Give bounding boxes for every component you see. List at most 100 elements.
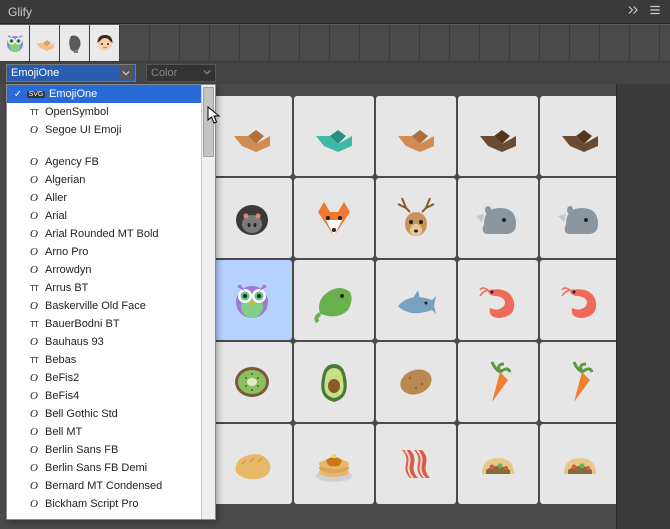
favorite-slot-empty[interactable] <box>570 25 600 61</box>
favorite-slot[interactable] <box>30 25 60 61</box>
glyph-cell-gorilla-face[interactable] <box>212 178 292 258</box>
glyph-cell-shark[interactable] <box>376 260 456 340</box>
collapse-panel-icon[interactable] <box>626 3 640 20</box>
app-header: Glify <box>0 0 670 24</box>
font-option[interactable]: O Aller <box>7 189 201 207</box>
font-option[interactable]: O Algerian <box>7 171 201 189</box>
font-option-label: Arno Pro <box>45 246 88 258</box>
glyph-cell-handshake-teal[interactable] <box>294 96 374 176</box>
font-option[interactable]: O Bell MT <box>7 423 201 441</box>
favorite-slot-empty[interactable] <box>600 25 630 61</box>
glyph-cell-handshake-dark[interactable] <box>540 96 620 176</box>
side-panel-collapsed[interactable] <box>616 84 670 529</box>
favorite-slot-empty[interactable] <box>480 25 510 61</box>
font-option[interactable]: O Segoe UI Emoji <box>7 121 201 139</box>
font-option[interactable]: O Berlin Sans FB <box>7 441 201 459</box>
font-option-label: Arrus BT <box>45 282 88 294</box>
glyph-cell-handshake-dark[interactable] <box>458 96 538 176</box>
glyph-cell-bacon[interactable] <box>376 424 456 504</box>
app-title: Glify <box>8 5 32 19</box>
favorite-slot-empty[interactable] <box>210 25 240 61</box>
font-option[interactable]: O Arial Rounded MT Bold <box>7 225 201 243</box>
font-family-select[interactable]: EmojiOne <box>6 64 136 82</box>
favorite-slot-empty[interactable] <box>180 25 210 61</box>
favorite-slot-empty[interactable] <box>150 25 180 61</box>
glyph-cell-potato[interactable] <box>376 342 456 422</box>
favorite-slot-empty[interactable] <box>240 25 270 61</box>
glyph-cell-handshake-med[interactable] <box>376 96 456 176</box>
font-type-icon: O <box>27 174 41 186</box>
favorite-slot-empty[interactable] <box>510 25 540 61</box>
favorite-slot-empty[interactable] <box>390 25 420 61</box>
glyph-cell-rhino[interactable] <box>458 178 538 258</box>
font-option[interactable]: ✓ SVG EmojiOne <box>7 85 201 103</box>
font-option-label: Bell MT <box>45 426 82 438</box>
scrollbar-thumb[interactable] <box>203 87 214 157</box>
glyph-cell-deer[interactable] <box>376 178 456 258</box>
font-type-icon: TT <box>27 320 41 329</box>
glyph-cell-lizard[interactable] <box>294 260 374 340</box>
font-option[interactable]: O Bell Gothic Std <box>7 405 201 423</box>
font-type-icon: O <box>27 372 41 384</box>
font-option[interactable]: O Arial <box>7 207 201 225</box>
font-option[interactable]: O Baskerville Old Face <box>7 297 201 315</box>
font-option-label: EmojiOne <box>49 88 97 100</box>
font-type-icon: O <box>27 480 41 492</box>
dropdown-scrollbar[interactable] <box>201 85 215 519</box>
font-type-icon: O <box>27 426 41 438</box>
color-filter-select[interactable]: Color <box>146 64 216 82</box>
favorite-slot[interactable] <box>0 25 30 61</box>
favorite-slot-empty[interactable] <box>270 25 300 61</box>
font-option[interactable]: TT Arrus BT <box>7 279 201 297</box>
font-option[interactable]: O BeFis4 <box>7 387 201 405</box>
font-type-icon: O <box>27 336 41 348</box>
font-option[interactable]: TT Bebas <box>7 351 201 369</box>
header-controls <box>626 3 662 20</box>
font-dropdown-list: ✓ SVG EmojiOne TT OpenSymbol O Segoe UI … <box>7 85 201 519</box>
menu-icon[interactable] <box>648 3 662 20</box>
glyph-cell-carrot[interactable] <box>458 342 538 422</box>
glyph-cell-stuffed-flatbread[interactable] <box>458 424 538 504</box>
font-family-dropdown[interactable]: ✓ SVG EmojiOne TT OpenSymbol O Segoe UI … <box>6 84 216 520</box>
glyph-cell-rhino[interactable] <box>540 178 620 258</box>
font-option-label: BeFis4 <box>45 390 79 402</box>
glyph-cell-fox[interactable] <box>294 178 374 258</box>
font-option[interactable]: O Arrowdyn <box>7 261 201 279</box>
glyph-cell-stuffed-flatbread[interactable] <box>540 424 620 504</box>
font-option[interactable]: O Bauhaus 93 <box>7 333 201 351</box>
glyph-cell-avocado[interactable] <box>294 342 374 422</box>
font-option[interactable]: O Bickham Script Pro <box>7 495 201 513</box>
font-option[interactable]: TT BauerBodni BT <box>7 315 201 333</box>
glyph-cell-handshake-med[interactable] <box>212 96 292 176</box>
favorite-slot-empty[interactable] <box>120 25 150 61</box>
font-option[interactable]: TT OpenSymbol <box>7 103 201 121</box>
font-option[interactable]: O Agency FB <box>7 153 201 171</box>
font-option[interactable]: O BeFis2 <box>7 369 201 387</box>
glyph-cell-carrot[interactable] <box>540 342 620 422</box>
font-type-icon: O <box>27 124 41 136</box>
font-type-icon: O <box>27 156 41 168</box>
favorite-slot-empty[interactable] <box>300 25 330 61</box>
font-option[interactable]: O Bernard MT Condensed <box>7 477 201 495</box>
favorite-slot-empty[interactable] <box>330 25 360 61</box>
favorite-slot-empty[interactable] <box>360 25 390 61</box>
favorite-slot-empty[interactable] <box>450 25 480 61</box>
glyph-cell-shrimp[interactable] <box>540 260 620 340</box>
favorite-slot[interactable] <box>60 25 90 61</box>
chevron-down-icon <box>203 67 211 79</box>
favorite-slot[interactable] <box>90 25 120 61</box>
favorite-slot-empty[interactable] <box>420 25 450 61</box>
glyph-cell-pancakes[interactable] <box>294 424 374 504</box>
font-type-icon: TT <box>27 356 41 365</box>
favorite-slot-empty[interactable] <box>540 25 570 61</box>
font-option-label: Bickham Script Pro <box>45 498 139 510</box>
font-type-icon: O <box>27 444 41 456</box>
glyph-cell-shrimp[interactable] <box>458 260 538 340</box>
glyph-cell-bread[interactable] <box>212 424 292 504</box>
font-option-label: Agency FB <box>45 156 99 168</box>
font-option[interactable]: O Berlin Sans FB Demi <box>7 459 201 477</box>
font-option[interactable]: O Arno Pro <box>7 243 201 261</box>
glyph-cell-owl[interactable] <box>212 260 292 340</box>
favorite-slot-empty[interactable] <box>630 25 660 61</box>
glyph-cell-kiwi[interactable] <box>212 342 292 422</box>
